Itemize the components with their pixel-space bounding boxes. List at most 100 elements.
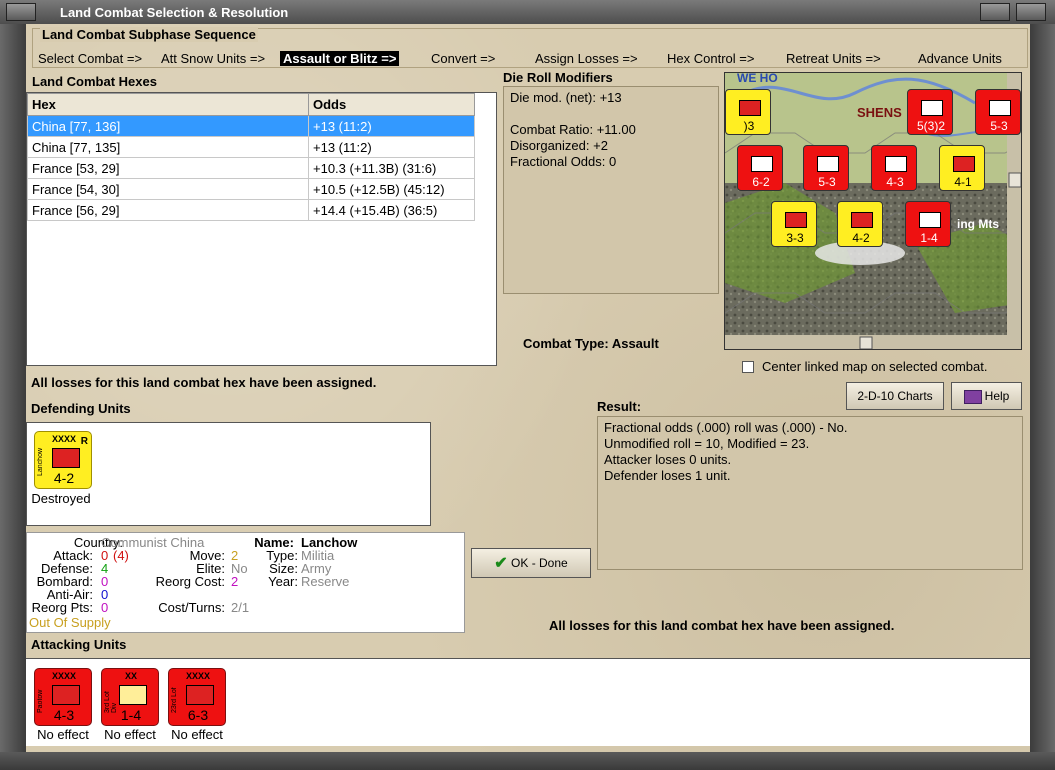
result-title: Result: <box>597 399 642 414</box>
column-header-hex[interactable]: Hex <box>27 93 309 116</box>
system-menu-button[interactable] <box>6 3 36 21</box>
odds-cell: +14.4 (+15.4B) (36:5) <box>308 199 475 221</box>
hexes-title: Land Combat Hexes <box>32 74 157 89</box>
window-frame-left <box>0 24 26 770</box>
unit-status: No effect <box>104 727 156 742</box>
center-map-label: Center linked map on selected combat. <box>762 359 988 374</box>
result-line: Unmodified roll = 10, Modified = 23. <box>604 436 810 451</box>
reorg-cost-label: Reorg Cost: <box>155 574 225 589</box>
year-label: Year: <box>268 574 298 589</box>
charts-button[interactable]: 2-D-10 Charts <box>846 382 944 410</box>
map-label-mountains: ing Mts <box>957 217 999 231</box>
militia-icon <box>52 685 80 705</box>
map-unit-strength: 4-2 <box>852 231 870 245</box>
reorg-pts-value: 0 <box>101 600 109 615</box>
defending-title: Defending Units <box>31 401 131 416</box>
unit-info-box: Country: Communist China Attack: 0 (4) D… <box>26 532 465 633</box>
map-unit-strength: 4-1 <box>954 175 972 189</box>
table-row[interactable]: China [77, 135] +13 (11:2) <box>27 136 475 158</box>
hex-cell: France [54, 30] <box>27 178 309 200</box>
table-row[interactable]: China [77, 136] +13 (11:2) <box>27 115 475 137</box>
close-button[interactable] <box>1016 3 1046 21</box>
reorg-cost-value: 2 <box>231 574 239 589</box>
unit-size: XXXX <box>51 671 76 681</box>
odds-cell: +13 (11:2) <box>308 115 475 137</box>
cost-turns-label: Cost/Turns: <box>158 600 225 615</box>
die-roll-title: Die Roll Modifiers <box>503 70 613 85</box>
cost-turns-value: 2/1 <box>231 600 250 615</box>
step-advance-units: Advance Units <box>918 51 1002 66</box>
map-unit-counter[interactable]: 4-2 <box>837 201 883 247</box>
unit-status: No effect <box>37 727 89 742</box>
attacking-units-box: XXXX Paotow 4-3 No effect XX 3rd Lof Div… <box>26 658 1030 746</box>
map-unit-counter[interactable]: 6-2 <box>737 145 783 191</box>
year-value: Reserve <box>301 574 350 589</box>
help-button-label: Help <box>984 389 1010 403</box>
map-unit-strength: 1-4 <box>920 231 938 245</box>
book-icon <box>963 389 982 404</box>
unit-symbol-icon <box>785 212 807 228</box>
map-unit-counter[interactable]: 4-1 <box>939 145 985 191</box>
unit-status: No effect <box>171 727 223 742</box>
unit-strength: 6-3 <box>187 707 209 723</box>
window-title: Land Combat Selection & Resolution <box>60 5 289 20</box>
attacking-unit-counter[interactable]: XXXX 23rd Lof 6-3 <box>168 668 226 726</box>
odds-cell: +13 (11:2) <box>308 136 475 158</box>
map-unit-counter[interactable]: 3-3 <box>771 201 817 247</box>
map-unit-strength: 5(3)2 <box>916 119 945 133</box>
map-unit-strength: 4-3 <box>886 175 904 189</box>
unit-symbol-icon <box>885 156 907 172</box>
map-unit-counter[interactable]: 5-3 <box>975 89 1021 135</box>
unit-symbol-icon <box>851 212 873 228</box>
unit-strength: 4-3 <box>53 707 75 723</box>
unit-symbol-icon <box>919 212 941 228</box>
unit-badge: R <box>80 436 88 447</box>
militia-icon <box>52 448 80 468</box>
infantry-icon <box>186 685 214 705</box>
table-row[interactable]: France [56, 29] +14.4 (+15.4B) (36:5) <box>27 199 475 221</box>
unit-symbol-icon <box>817 156 839 172</box>
defending-unit-counter[interactable]: XXXX R Lanchow 4-2 <box>34 431 92 489</box>
disorganized: Disorganized: +2 <box>510 138 608 153</box>
step-convert: Convert => <box>431 51 496 66</box>
step-select-combat: Select Combat => <box>38 51 143 66</box>
unit-symbol-icon <box>739 100 761 116</box>
help-button[interactable]: Help <box>951 382 1022 410</box>
map-label-river: WE HO <box>737 72 778 85</box>
die-mod-net: Die mod. (net): +13 <box>510 90 622 105</box>
map-unit-strength: 3-3 <box>786 231 804 245</box>
window-frame-bottom <box>0 752 1055 770</box>
odds-cell: +10.3 (+11.3B) (31:6) <box>308 157 475 179</box>
step-assign-losses: Assign Losses => <box>535 51 638 66</box>
map-unit-counter[interactable]: )3 <box>725 89 771 135</box>
map-unit-strength: 5-3 <box>990 119 1008 133</box>
map-label-region: SHENS <box>857 105 902 120</box>
window-frame-right <box>1030 24 1055 770</box>
hex-cell: China [77, 136] <box>27 115 309 137</box>
hexes-list[interactable]: Hex Odds China [77, 136] +13 (11:2) China… <box>26 92 497 366</box>
linked-map[interactable]: WE HO SHENS ing Mts 5(3)2 5-3 6-2 5-3 4-3 4-1… <box>724 72 1022 350</box>
odds-cell: +10.5 (+12.5B) (45:12) <box>308 178 475 200</box>
charts-button-label: 2-D-10 Charts <box>857 389 933 403</box>
title-bar[interactable]: Land Combat Selection & Resolution <box>0 0 1055 25</box>
map-unit-counter[interactable]: 5-3 <box>803 145 849 191</box>
unit-symbol-icon <box>751 156 773 172</box>
table-row[interactable]: France [54, 30] +10.5 (+12.5B) (45:12) <box>27 178 475 200</box>
unit-status: Destroyed <box>31 491 91 506</box>
map-unit-counter[interactable]: 4-3 <box>871 145 917 191</box>
step-assault-or-blitz: Assault or Blitz => <box>280 51 400 66</box>
unit-symbol-icon <box>921 100 943 116</box>
center-map-checkbox[interactable] <box>742 361 754 373</box>
table-row[interactable]: France [53, 29] +10.3 (+11.3B) (31:6) <box>27 157 475 179</box>
map-unit-counter[interactable]: 1-4 <box>905 201 951 247</box>
fractional-odds: Fractional Odds: 0 <box>510 154 617 169</box>
attack-mod-value: (4) <box>113 548 129 563</box>
column-header-odds[interactable]: Odds <box>308 93 475 116</box>
map-unit-strength: )3 <box>743 119 755 133</box>
ok-done-button[interactable]: ✔ OK - Done <box>471 548 591 578</box>
result-line: Attacker loses 0 units. <box>604 452 732 467</box>
minimize-button[interactable] <box>980 3 1010 21</box>
map-unit-counter[interactable]: 5(3)2 <box>907 89 953 135</box>
attacking-unit-counter[interactable]: XXXX Paotow 4-3 <box>34 668 92 726</box>
attacking-unit-counter[interactable]: XX 3rd Lof Div 1-4 <box>101 668 159 726</box>
